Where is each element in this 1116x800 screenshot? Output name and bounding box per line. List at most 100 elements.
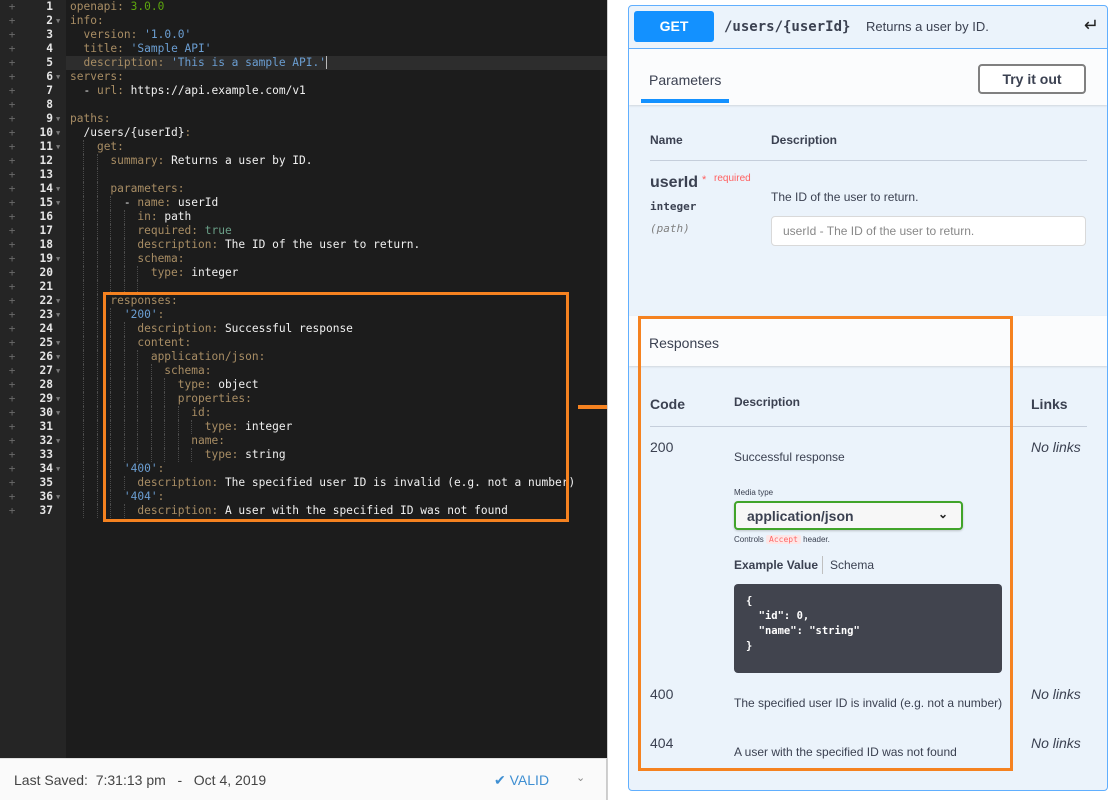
fold-arrow-icon[interactable]: ▼ bbox=[56, 336, 64, 350]
add-line-icon[interactable]: + bbox=[7, 280, 17, 294]
add-line-icon[interactable]: + bbox=[7, 322, 17, 336]
return-arrow-icon[interactable]: ↵ bbox=[1084, 15, 1099, 36]
fold-arrow-icon[interactable]: ▼ bbox=[56, 434, 64, 448]
add-line-icon[interactable]: + bbox=[7, 0, 17, 14]
add-line-icon[interactable]: + bbox=[7, 84, 17, 98]
validation-status[interactable]: ✔ VALID bbox=[494, 772, 549, 789]
add-line-icon[interactable]: + bbox=[7, 224, 17, 238]
tab-schema[interactable]: Schema bbox=[830, 558, 874, 572]
code-line[interactable]: +20 type: integer bbox=[0, 266, 607, 280]
code-line[interactable]: +8 bbox=[0, 98, 607, 112]
code-line[interactable]: +27 ▼ schema: bbox=[0, 364, 607, 378]
code-line[interactable]: +7 - url: https://api.example.com/v1 bbox=[0, 84, 607, 98]
add-line-icon[interactable]: + bbox=[7, 252, 17, 266]
yaml-editor[interactable]: +1 openapi: 3.0.0 +2 ▼ info: +3 version: '1.0… bbox=[0, 0, 607, 758]
add-line-icon[interactable]: + bbox=[7, 364, 17, 378]
fold-arrow-icon[interactable]: ▼ bbox=[56, 308, 64, 322]
code-line[interactable]: +18 description: The ID of the user to r… bbox=[0, 238, 607, 252]
code-line[interactable]: +30 ▼ id: bbox=[0, 406, 607, 420]
fold-arrow-icon[interactable]: ▼ bbox=[56, 196, 64, 210]
add-line-icon[interactable]: + bbox=[7, 98, 17, 112]
add-line-icon[interactable]: + bbox=[7, 336, 17, 350]
try-it-out-button[interactable]: Try it out bbox=[978, 64, 1086, 94]
add-line-icon[interactable]: + bbox=[7, 140, 17, 154]
add-line-icon[interactable]: + bbox=[7, 434, 17, 448]
code-line[interactable]: +29 ▼ properties: bbox=[0, 392, 607, 406]
fold-arrow-icon[interactable]: ▼ bbox=[56, 364, 64, 378]
tab-parameters[interactable]: Parameters bbox=[649, 72, 721, 88]
code-line[interactable]: +25 ▼ content: bbox=[0, 336, 607, 350]
code-line[interactable]: +14 ▼ parameters: bbox=[0, 182, 607, 196]
add-line-icon[interactable]: + bbox=[7, 210, 17, 224]
code-line[interactable]: +3 version: '1.0.0' bbox=[0, 28, 607, 42]
add-line-icon[interactable]: + bbox=[7, 378, 17, 392]
fold-arrow-icon[interactable]: ▼ bbox=[56, 70, 64, 84]
code-line[interactable]: +28 type: object bbox=[0, 378, 607, 392]
code-line[interactable]: +16 in: path bbox=[0, 210, 607, 224]
chevron-down-icon[interactable]: ⌄ bbox=[576, 771, 585, 784]
add-line-icon[interactable]: + bbox=[7, 476, 17, 490]
code-line[interactable]: +21 bbox=[0, 280, 607, 294]
add-line-icon[interactable]: + bbox=[7, 350, 17, 364]
code-line[interactable]: +5 description: 'This is a sample API.' bbox=[0, 56, 607, 70]
media-type-select[interactable]: application/json ⌄ bbox=[734, 501, 963, 530]
tab-example-value[interactable]: Example Value bbox=[734, 558, 818, 572]
fold-arrow-icon[interactable]: ▼ bbox=[56, 406, 64, 420]
code-line[interactable]: +4 title: 'Sample API' bbox=[0, 42, 607, 56]
code-line[interactable]: +13 bbox=[0, 168, 607, 182]
fold-arrow-icon[interactable]: ▼ bbox=[56, 294, 64, 308]
code-line[interactable]: +33 type: string bbox=[0, 448, 607, 462]
add-line-icon[interactable]: + bbox=[7, 392, 17, 406]
fold-arrow-icon[interactable]: ▼ bbox=[56, 392, 64, 406]
fold-arrow-icon[interactable]: ▼ bbox=[56, 350, 64, 364]
code-line[interactable]: +26 ▼ application/json: bbox=[0, 350, 607, 364]
add-line-icon[interactable]: + bbox=[7, 126, 17, 140]
add-line-icon[interactable]: + bbox=[7, 154, 17, 168]
fold-arrow-icon[interactable]: ▼ bbox=[56, 140, 64, 154]
fold-arrow-icon[interactable]: ▼ bbox=[56, 112, 64, 126]
add-line-icon[interactable]: + bbox=[7, 28, 17, 42]
fold-arrow-icon[interactable]: ▼ bbox=[56, 14, 64, 28]
code-line[interactable]: +12 summary: Returns a user by ID. bbox=[0, 154, 607, 168]
add-line-icon[interactable]: + bbox=[7, 56, 17, 70]
userid-input[interactable]: userId - The ID of the user to return. bbox=[771, 216, 1086, 246]
fold-arrow-icon[interactable]: ▼ bbox=[56, 126, 64, 140]
add-line-icon[interactable]: + bbox=[7, 294, 17, 308]
fold-arrow-icon[interactable]: ▼ bbox=[56, 252, 64, 266]
add-line-icon[interactable]: + bbox=[7, 308, 17, 322]
add-line-icon[interactable]: + bbox=[7, 168, 17, 182]
code-line[interactable]: +22 ▼ responses: bbox=[0, 294, 607, 308]
fold-arrow-icon[interactable]: ▼ bbox=[56, 462, 64, 476]
code-line[interactable]: +32 ▼ name: bbox=[0, 434, 607, 448]
code-line[interactable]: +10 ▼ /users/{userId}: bbox=[0, 126, 607, 140]
code-line[interactable]: +31 type: integer bbox=[0, 420, 607, 434]
code-line[interactable]: +6 ▼ servers: bbox=[0, 70, 607, 84]
add-line-icon[interactable]: + bbox=[7, 112, 17, 126]
code-line[interactable]: +24 description: Successful response bbox=[0, 322, 607, 336]
add-line-icon[interactable]: + bbox=[7, 182, 17, 196]
code-line[interactable]: +9 ▼ paths: bbox=[0, 112, 607, 126]
add-line-icon[interactable]: + bbox=[7, 420, 17, 434]
add-line-icon[interactable]: + bbox=[7, 462, 17, 476]
code-line[interactable]: +15 ▼ - name: userId bbox=[0, 196, 607, 210]
add-line-icon[interactable]: + bbox=[7, 266, 17, 280]
add-line-icon[interactable]: + bbox=[7, 504, 17, 518]
add-line-icon[interactable]: + bbox=[7, 238, 17, 252]
code-line[interactable]: +2 ▼ info: bbox=[0, 14, 607, 28]
code-line[interactable]: +19 ▼ schema: bbox=[0, 252, 607, 266]
code-line[interactable]: +36 ▼ '404': bbox=[0, 490, 607, 504]
add-line-icon[interactable]: + bbox=[7, 70, 17, 84]
add-line-icon[interactable]: + bbox=[7, 406, 17, 420]
add-line-icon[interactable]: + bbox=[7, 448, 17, 462]
add-line-icon[interactable]: + bbox=[7, 196, 17, 210]
code-line[interactable]: +1 openapi: 3.0.0 bbox=[0, 0, 607, 14]
code-line[interactable]: +11 ▼ get: bbox=[0, 140, 607, 154]
add-line-icon[interactable]: + bbox=[7, 490, 17, 504]
add-line-icon[interactable]: + bbox=[7, 14, 17, 28]
fold-arrow-icon[interactable]: ▼ bbox=[56, 182, 64, 196]
code-line[interactable]: +23 ▼ '200': bbox=[0, 308, 607, 322]
code-line[interactable]: +17 required: true bbox=[0, 224, 607, 238]
operation-summary[interactable]: GET /users/{userId} Returns a user by ID… bbox=[629, 6, 1107, 49]
code-line[interactable]: +34 ▼ '400': bbox=[0, 462, 607, 476]
add-line-icon[interactable]: + bbox=[7, 42, 17, 56]
